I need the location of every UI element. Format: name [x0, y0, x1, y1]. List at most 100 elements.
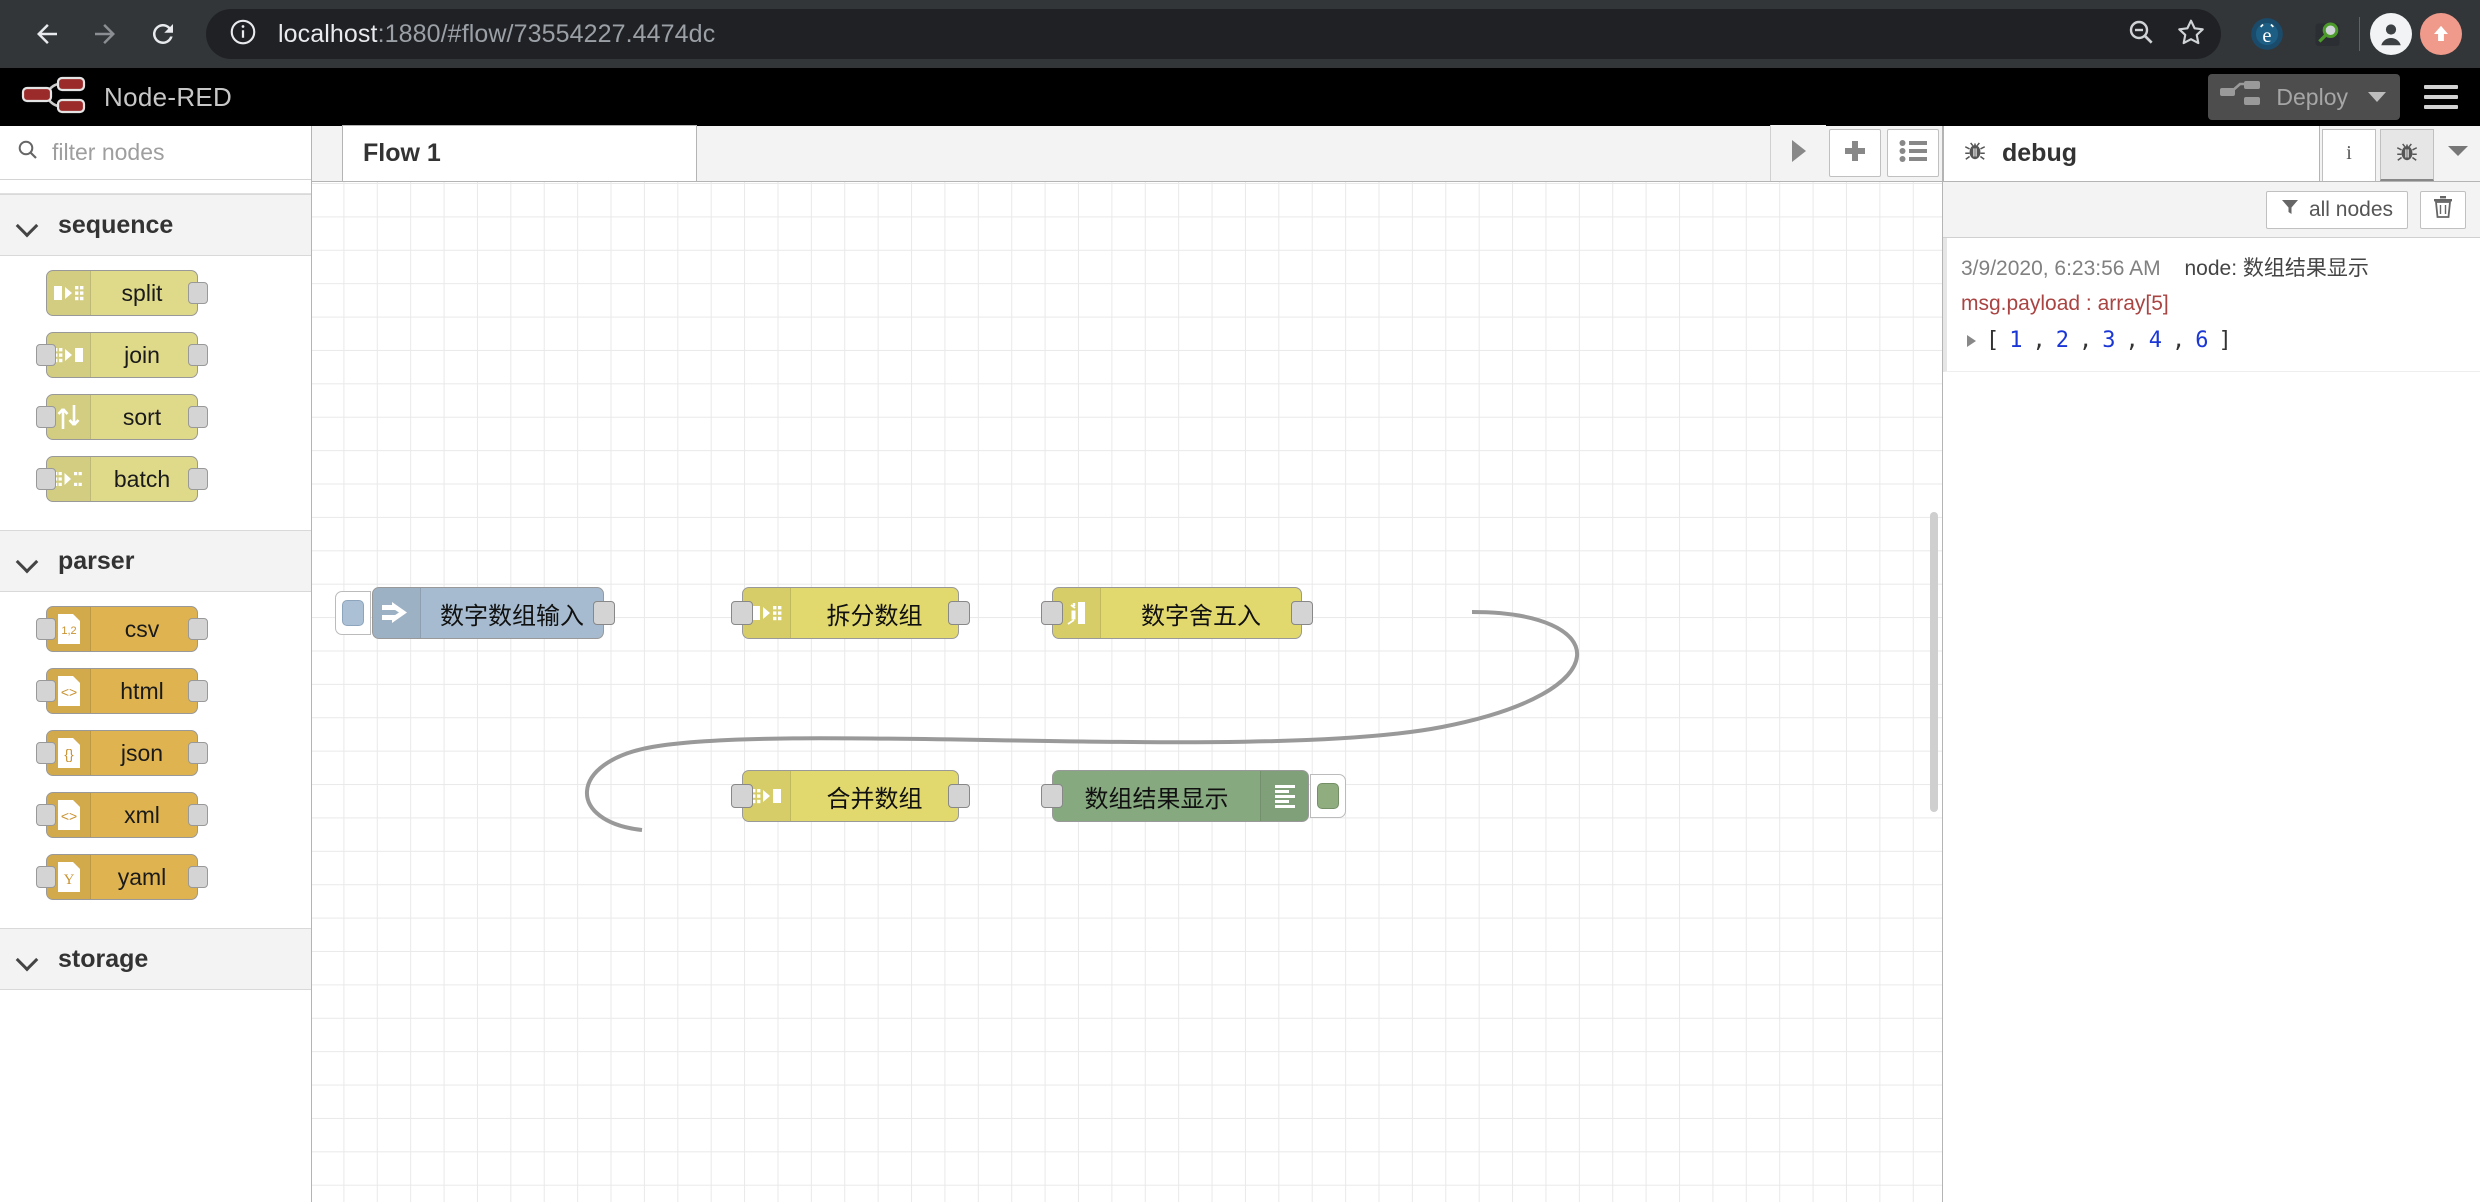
browser-toolbar: localhost:1880/#flow/73554227.4474dc e [0, 0, 2480, 68]
brand-logo[interactable]: Node-RED [18, 75, 232, 120]
category-label: parser [58, 546, 135, 575]
node-input-port[interactable] [731, 784, 753, 808]
collapse-tabs-button[interactable] [1770, 125, 1826, 181]
svg-text:i: i [2346, 142, 2352, 164]
sidebar: debug i all nodes 3/9/2020, 6:23:56 AM n… [1942, 125, 2480, 1202]
chevron-down-icon [18, 220, 36, 230]
extensions-area: e [2247, 14, 2349, 54]
node-output-port[interactable] [188, 680, 208, 702]
palette-category-storage[interactable]: storage [0, 928, 311, 990]
node-output-port[interactable] [188, 282, 208, 304]
canvas-scrollbar[interactable] [1930, 512, 1938, 812]
tab-flow-1[interactable]: Flow 1 [342, 125, 697, 181]
array-open-bracket: [ [1986, 328, 2000, 353]
chevron-down-icon[interactable] [2368, 92, 2386, 102]
forward-arrow-icon [95, 24, 115, 44]
palette-node-xml[interactable]: <> xml [36, 792, 208, 838]
node-output-port[interactable] [188, 406, 208, 428]
node-input-port[interactable] [36, 406, 56, 428]
palette-category-sequence[interactable]: sequence [0, 194, 311, 256]
node-output-port[interactable] [188, 742, 208, 764]
node-output-port[interactable] [948, 601, 970, 625]
flow-tabbar: Flow 1 [312, 125, 1942, 182]
chevron-down-icon [2446, 143, 2470, 164]
node-input-port[interactable] [36, 618, 56, 640]
node-output-port[interactable] [1291, 601, 1313, 625]
flow-node-split[interactable]: 拆分数组 [731, 587, 970, 639]
hamburger-menu-icon[interactable] [2420, 79, 2462, 115]
site-info-icon[interactable] [228, 17, 258, 52]
back-button[interactable] [18, 5, 76, 63]
node-input-port[interactable] [36, 468, 56, 490]
debug-message[interactable]: 3/9/2020, 6:23:56 AM node: 数组结果显示 msg.pa… [1943, 238, 2480, 372]
flow-list-button[interactable] [1887, 129, 1939, 177]
node-input-port[interactable] [36, 680, 56, 702]
node-input-port[interactable] [1041, 784, 1063, 808]
expand-triangle-icon[interactable] [1967, 334, 1976, 347]
node-input-port[interactable] [36, 804, 56, 826]
add-flow-button[interactable] [1829, 129, 1881, 177]
debug-clear-button[interactable] [2420, 190, 2466, 229]
profile-avatar-icon[interactable] [2370, 13, 2412, 55]
extension-magnifier-icon[interactable] [2309, 14, 2349, 54]
node-input-port[interactable] [36, 344, 56, 366]
debug-message-value[interactable]: [ 1, 2, 3, 4, 6 ] [1961, 328, 2466, 353]
address-bar[interactable]: localhost:1880/#flow/73554227.4474dc [206, 9, 2221, 59]
extension-e-icon[interactable]: e [2247, 14, 2287, 54]
palette-node-json[interactable]: {} json [36, 730, 208, 776]
debug-filter-button[interactable]: all nodes [2265, 190, 2408, 229]
array-item: 3 [2102, 328, 2116, 353]
deploy-button[interactable]: Deploy [2208, 74, 2400, 120]
node-output-port[interactable] [188, 344, 208, 366]
palette-node-yaml[interactable]: Y yaml [36, 854, 208, 900]
info-tab-button[interactable]: i [2322, 129, 2376, 181]
palette-node-label: html [120, 677, 164, 704]
array-item: 4 [2148, 328, 2162, 353]
sidebar-more-button[interactable] [2436, 125, 2480, 181]
debug-toggle-button[interactable] [1310, 774, 1346, 818]
flow-wires [585, 610, 1580, 832]
node-input-port[interactable] [36, 866, 56, 888]
palette-node-sort[interactable]: sort [36, 394, 208, 440]
palette-node-html[interactable]: <> html [36, 668, 208, 714]
palette-node-split[interactable]: split [46, 270, 208, 316]
reload-icon [152, 23, 173, 44]
node-input-port[interactable] [731, 601, 753, 625]
search-input[interactable] [52, 139, 295, 166]
forward-button[interactable] [76, 5, 134, 63]
palette-category-parser[interactable]: parser [0, 530, 311, 592]
node-output-port[interactable] [593, 601, 615, 625]
node-output-port[interactable] [188, 804, 208, 826]
flow-node-debug[interactable]: 数组结果显示 [1041, 770, 1346, 822]
palette-node-label: csv [124, 615, 160, 642]
tab-debug[interactable]: debug [1943, 125, 2320, 181]
flow-node-function[interactable]: 数字舍五入 [1041, 587, 1313, 639]
palette-node-join[interactable]: join [36, 332, 208, 378]
debug-message-list[interactable]: 3/9/2020, 6:23:56 AM node: 数组结果显示 msg.pa… [1943, 238, 2480, 1202]
update-arrow-icon[interactable] [2420, 13, 2462, 55]
node-output-port[interactable] [188, 618, 208, 640]
inject-arrow-icon [373, 588, 421, 638]
flow-canvas[interactable]: 数字数组输入 拆分数组 数字舍五入 合并数组 数组结果显示 [312, 182, 1942, 1202]
tabbar-actions [1770, 125, 1942, 181]
palette-node-label: join [124, 341, 160, 368]
palette-node-label: sort [122, 403, 162, 430]
palette-node-csv[interactable]: 1,2 csv [36, 606, 208, 652]
star-bookmark-icon[interactable] [2175, 16, 2207, 53]
debug-tab-button[interactable] [2380, 129, 2434, 181]
zoom-out-icon[interactable] [2125, 16, 2157, 53]
url-host: localhost [278, 19, 378, 48]
node-output-port[interactable] [188, 468, 208, 490]
svg-text:{}: {} [64, 746, 74, 762]
palette-node-batch[interactable]: batch [36, 456, 208, 502]
tabbar-spacer [312, 126, 342, 181]
node-output-port[interactable] [188, 866, 208, 888]
flow-node-join[interactable]: 合并数组 [731, 770, 970, 822]
node-input-port[interactable] [36, 742, 56, 764]
node-output-port[interactable] [948, 784, 970, 808]
node-input-port[interactable] [1041, 601, 1063, 625]
array-close-bracket: ] [2218, 328, 2232, 353]
flow-node-inject[interactable]: 数字数组输入 [335, 587, 615, 639]
inject-trigger-button[interactable] [335, 591, 371, 635]
reload-button[interactable] [134, 5, 192, 63]
